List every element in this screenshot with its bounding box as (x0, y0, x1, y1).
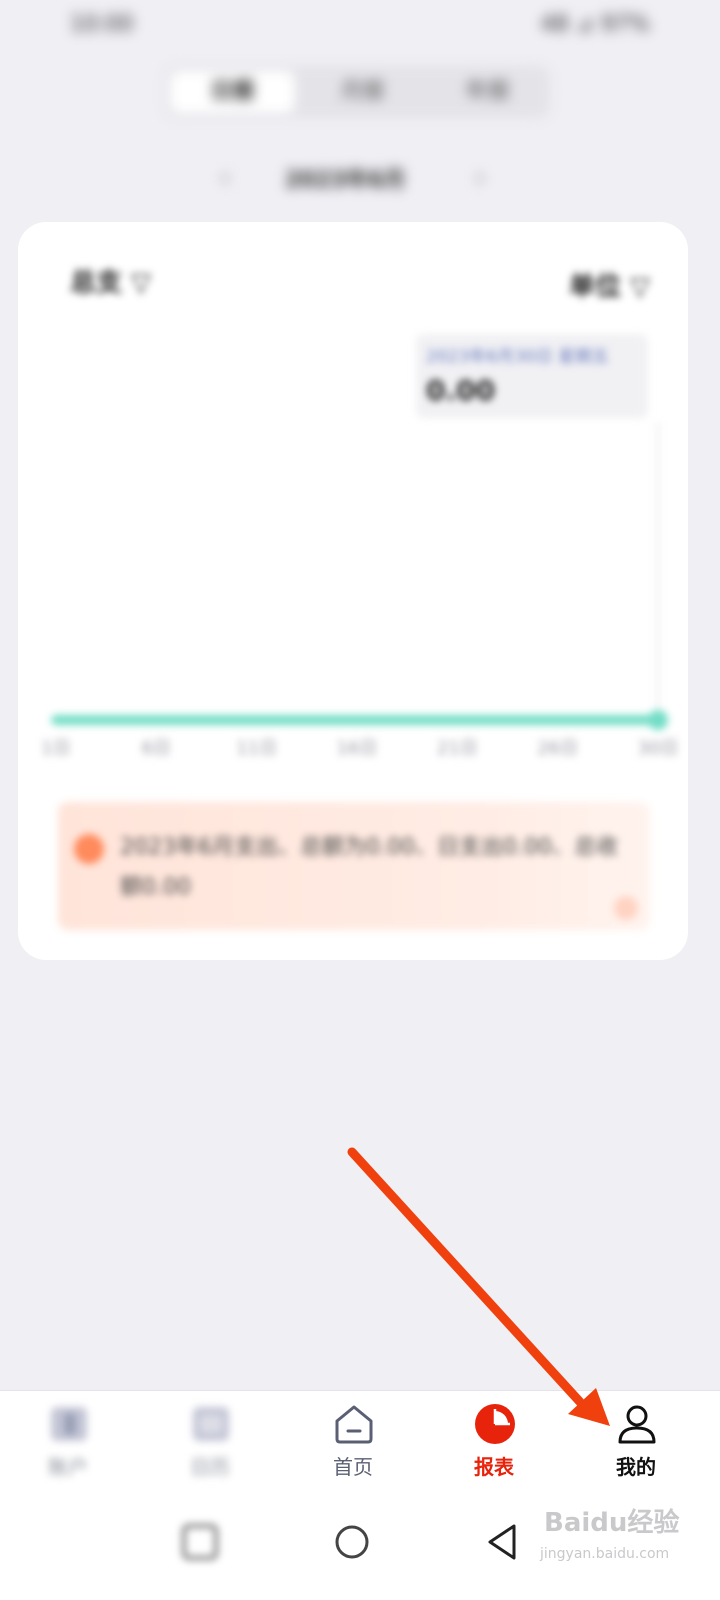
summary-text: 2023年6月支出、总额为0.00、日支出0.00、总收额0.00 (120, 835, 618, 900)
tooltip-value: 0.00 (426, 374, 496, 407)
tab-accounts-label: 账户 (48, 1455, 88, 1479)
tab-daily[interactable]: 日报 (170, 71, 295, 113)
status-indicators: 48 ⊿ 97% (540, 12, 650, 37)
status-bar: 10:00 48 ⊿ 97% (0, 0, 720, 50)
pie-chart-icon (475, 1404, 515, 1444)
watermark-sub: jingyan.baidu.com (540, 1546, 670, 1562)
tab-calendar-label: 日历 (190, 1455, 230, 1479)
person-icon (618, 1405, 656, 1444)
baidu-watermark: Baidu经验 jingyan.baidu.com (540, 1494, 710, 1584)
calendar-icon (193, 1407, 229, 1441)
chart-tooltip: 2023年6月30日 星期五 0.00 (416, 334, 648, 418)
tooltip-date: 2023年6月30日 星期五 (426, 347, 610, 367)
bottom-tab-bar: 账户 日历 首页 报表 我的 (0, 1390, 720, 1495)
tab-reports-label: 报表 (474, 1455, 514, 1479)
home-icon (335, 1405, 373, 1444)
tab-monthly[interactable]: 月报 (300, 66, 425, 118)
report-card: 总支 ▽ 单位 ▽ 1日 6日 11日 16日 21日 26日 30日 2023年6月30日… (18, 222, 688, 960)
period-tabs: 日报 月报 年报 (165, 66, 550, 118)
banner-decoration (614, 896, 638, 920)
wallet-icon (51, 1407, 87, 1441)
date-nav: ‹ 2023年6月 › (205, 158, 505, 198)
x-tick-label: 16日 (337, 738, 378, 759)
x-tick-label: 26日 (537, 738, 578, 759)
x-tick-label: 21日 (437, 738, 478, 759)
tab-calendar[interactable]: 日历 (160, 1391, 260, 1495)
watermark-main: Baidu经验 (544, 1508, 680, 1538)
summary-banner[interactable]: 2023年6月支出、总额为0.00、日支出0.00、总收额0.00 (58, 802, 650, 930)
recents-icon[interactable] (170, 1512, 230, 1572)
x-tick-label: 30日 (638, 738, 679, 759)
chevron-right-icon[interactable]: › (460, 158, 500, 198)
tab-home[interactable]: 首页 (303, 1391, 403, 1495)
info-dot-icon (74, 834, 104, 864)
tab-home-label: 首页 (333, 1455, 373, 1479)
tab-yearly[interactable]: 年报 (425, 66, 550, 118)
x-tick-label: 1日 (41, 738, 70, 759)
tab-mine[interactable]: 我的 (586, 1391, 686, 1495)
tab-accounts[interactable]: 账户 (18, 1391, 118, 1495)
tab-reports[interactable]: 报表 (444, 1391, 544, 1495)
home-circle-icon[interactable] (322, 1512, 382, 1572)
series-point-selected[interactable] (648, 710, 668, 730)
tab-mine-label: 我的 (616, 1455, 656, 1479)
date-label[interactable]: 2023年6月 (285, 162, 406, 194)
x-tick-label: 11日 (236, 738, 277, 759)
line-chart: 1日 6日 11日 16日 21日 26日 30日 (41, 422, 679, 759)
status-time: 10:00 (70, 12, 134, 37)
arrow-shaft (347, 1147, 585, 1407)
x-tick-label: 6日 (142, 738, 171, 759)
chevron-left-icon[interactable]: ‹ (205, 158, 245, 198)
back-triangle-icon[interactable] (472, 1512, 532, 1572)
